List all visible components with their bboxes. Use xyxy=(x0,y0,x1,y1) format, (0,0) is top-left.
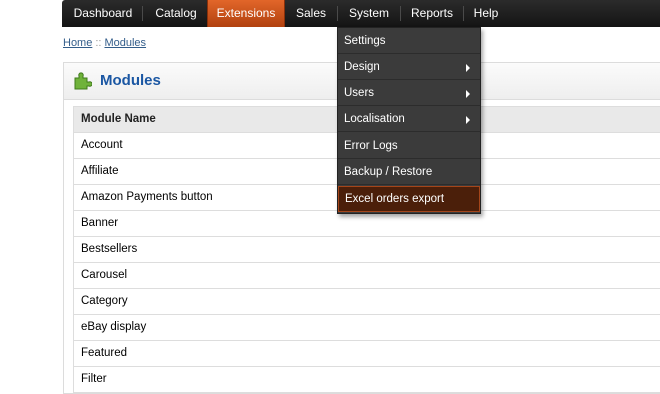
menu-item-excel-orders-export[interactable]: Excel orders export xyxy=(338,186,480,212)
submenu-arrow-icon xyxy=(466,64,470,72)
menu-item-label: Settings xyxy=(344,35,386,47)
menu-item-settings[interactable]: Settings xyxy=(338,28,480,54)
nav-help[interactable]: Help xyxy=(466,0,506,27)
breadcrumb-separator: :: xyxy=(95,37,102,49)
menu-item-label: Design xyxy=(344,61,380,73)
table-row: Featured xyxy=(73,341,660,367)
breadcrumb-home-link[interactable]: Home xyxy=(63,37,92,49)
menu-item-error-logs[interactable]: Error Logs xyxy=(338,133,480,159)
top-navigation-bar: Dashboard Catalog Extensions Sales Syste… xyxy=(62,0,660,27)
table-row: Carousel xyxy=(73,263,660,289)
menu-item-label: Excel orders export xyxy=(345,193,445,205)
nav-separator xyxy=(400,6,401,21)
nav-sales[interactable]: Sales xyxy=(288,0,334,27)
nav-separator xyxy=(337,6,338,21)
nav-dashboard[interactable]: Dashboard xyxy=(68,0,138,27)
breadcrumb-modules-link[interactable]: Modules xyxy=(104,37,146,49)
table-row: Banner xyxy=(73,211,660,237)
nav-catalog[interactable]: Catalog xyxy=(146,0,206,27)
nav-separator xyxy=(463,6,464,21)
menu-item-label: Backup / Restore xyxy=(344,166,433,178)
menu-item-label: Error Logs xyxy=(344,140,398,152)
system-dropdown-menu: Settings Design Users Localisation Error… xyxy=(337,27,481,214)
nav-system[interactable]: System xyxy=(340,0,398,27)
page-title: Modules xyxy=(100,72,161,89)
table-row: Bestsellers xyxy=(73,237,660,263)
breadcrumb: Home:: Modules xyxy=(63,37,146,49)
submenu-arrow-icon xyxy=(466,116,470,124)
menu-item-localisation[interactable]: Localisation xyxy=(338,106,480,132)
table-row: eBay display xyxy=(73,315,660,341)
menu-item-label: Users xyxy=(344,87,375,99)
puzzle-piece-icon xyxy=(74,72,92,90)
table-row: Category xyxy=(73,289,660,315)
menu-item-backup-restore[interactable]: Backup / Restore xyxy=(338,159,480,185)
menu-item-design[interactable]: Design xyxy=(338,54,480,80)
menu-item-label: Localisation xyxy=(344,113,405,125)
submenu-arrow-icon xyxy=(466,90,470,98)
nav-reports[interactable]: Reports xyxy=(402,0,462,27)
nav-extensions[interactable]: Extensions xyxy=(207,0,285,27)
menu-item-users[interactable]: Users xyxy=(338,80,480,106)
table-row: Filter xyxy=(73,367,660,393)
nav-separator xyxy=(142,6,143,21)
